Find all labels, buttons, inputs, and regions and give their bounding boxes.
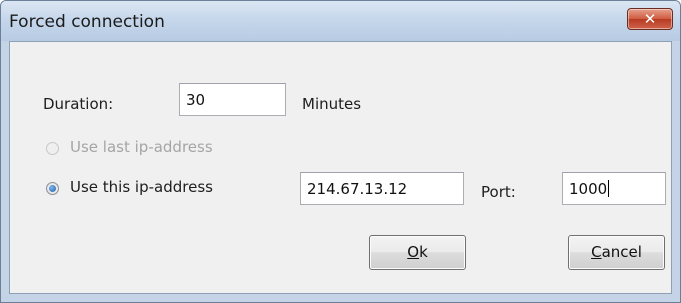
ok-mnemonic: O (407, 243, 420, 261)
cancel-button[interactable]: Cancel (568, 235, 665, 270)
ip-address-input[interactable]: 214.67.13.12 (300, 172, 464, 205)
port-label: Port: (481, 183, 516, 201)
use-this-ip-label: Use this ip-address (70, 178, 213, 196)
window-title: Forced connection (9, 12, 165, 32)
close-button[interactable]: ✕ (627, 8, 673, 30)
ok-button[interactable]: Ok (369, 235, 466, 270)
use-last-ip-label: Use last ip-address (70, 138, 213, 156)
forced-connection-dialog: Forced connection ✕ Duration: 30 Minutes… (0, 0, 681, 303)
ip-address-value: 214.67.13.12 (307, 180, 408, 198)
cancel-label-rest: ancel (601, 243, 642, 261)
close-icon: ✕ (643, 10, 657, 28)
cancel-mnemonic: C (591, 243, 602, 261)
title-bar[interactable]: Forced connection ✕ (1, 1, 680, 41)
duration-unit-label: Minutes (302, 95, 362, 113)
port-value: 1000 (569, 180, 608, 198)
duration-label: Duration: (43, 95, 114, 113)
duration-value: 30 (186, 91, 206, 109)
ok-label-rest: k (419, 243, 428, 261)
dialog-body: Duration: 30 Minutes Use last ip-address… (9, 41, 672, 294)
radio-selected-dot (49, 185, 56, 192)
use-this-ip-radio[interactable] (46, 182, 59, 195)
port-input[interactable]: 1000 (562, 172, 666, 205)
text-caret (608, 180, 610, 197)
use-last-ip-radio[interactable] (46, 142, 59, 155)
duration-input[interactable]: 30 (179, 83, 286, 116)
